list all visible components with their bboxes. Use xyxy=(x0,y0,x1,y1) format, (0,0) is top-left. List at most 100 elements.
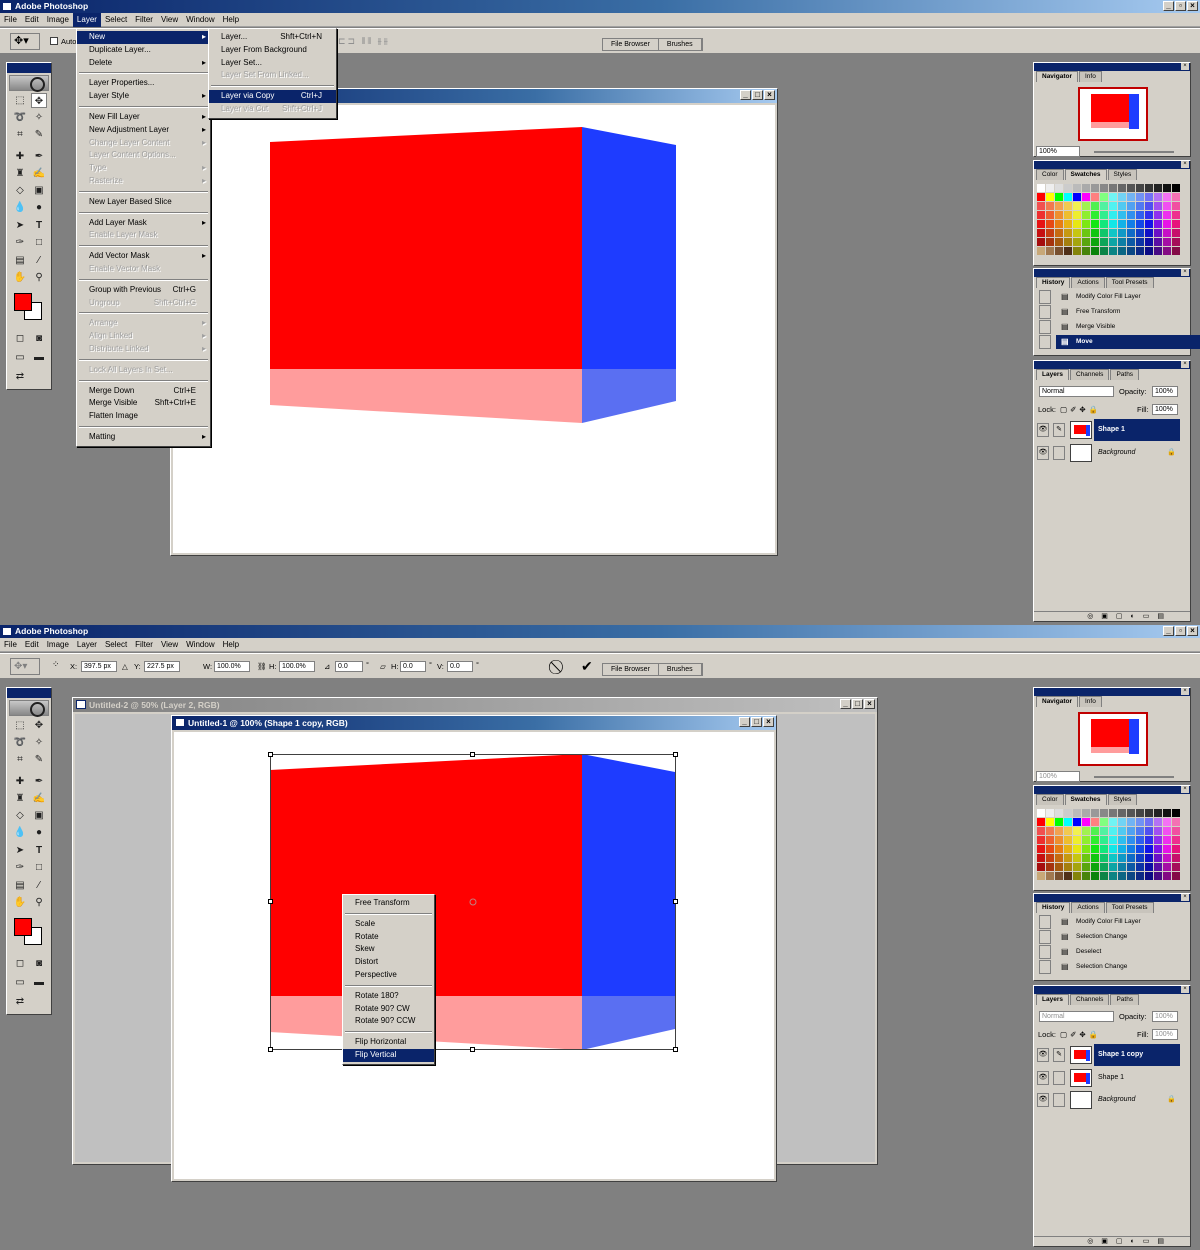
menu-item-delete[interactable]: Delete xyxy=(77,57,210,70)
menu-item-new[interactable]: New xyxy=(77,31,210,44)
standard-mode-icon[interactable]: ◻ xyxy=(12,956,28,971)
auto-select-checkbox[interactable] xyxy=(50,37,58,45)
navigator-thumbnail[interactable] xyxy=(1078,712,1148,766)
menu-view[interactable]: View xyxy=(157,13,182,27)
color-swatch[interactable] xyxy=(1037,211,1045,219)
doc-close-icon[interactable]: × xyxy=(763,717,774,727)
color-swatch[interactable] xyxy=(1091,872,1099,880)
layer-thumbnail[interactable] xyxy=(1070,1046,1092,1064)
blend-mode-select[interactable]: Normal xyxy=(1039,1011,1114,1022)
dodge-icon[interactable]: ● xyxy=(31,825,47,840)
color-swatch[interactable] xyxy=(1082,193,1090,201)
tab-tool-presets[interactable]: Tool Presets xyxy=(1105,902,1154,913)
color-swatch[interactable] xyxy=(1091,247,1099,255)
color-swatch[interactable] xyxy=(1136,809,1144,817)
standard-mode-icon[interactable]: ◻ xyxy=(12,331,28,346)
magic-wand-icon[interactable]: ✧ xyxy=(31,110,47,125)
color-swatch[interactable] xyxy=(1154,827,1162,835)
color-swatch[interactable] xyxy=(1118,211,1126,219)
color-swatch[interactable] xyxy=(1118,202,1126,210)
menu-item-rotate-180[interactable]: Rotate 180? xyxy=(343,990,434,1003)
color-swatch[interactable] xyxy=(1064,202,1072,210)
color-swatch[interactable] xyxy=(1118,184,1126,192)
color-swatch[interactable] xyxy=(1037,202,1045,210)
history-state-item[interactable]: ▤ Modify Color Fill Layer xyxy=(1056,290,1200,304)
color-swatch[interactable] xyxy=(1073,845,1081,853)
color-swatch[interactable] xyxy=(1136,854,1144,862)
menu-image[interactable]: Image xyxy=(43,638,73,652)
minimize-icon[interactable]: _ xyxy=(1163,1,1174,11)
color-swatch[interactable] xyxy=(1118,220,1126,228)
color-swatch[interactable] xyxy=(1046,247,1054,255)
blur-icon[interactable]: 💧 xyxy=(12,200,28,215)
menu-edit[interactable]: Edit xyxy=(21,13,43,27)
color-swatch[interactable] xyxy=(1136,211,1144,219)
tab-navigator[interactable]: Navigator xyxy=(1036,71,1078,82)
lock-icons[interactable]: ▢✐✥🔒 xyxy=(1060,1029,1101,1040)
color-swatch[interactable] xyxy=(1064,211,1072,219)
color-swatch[interactable] xyxy=(1154,247,1162,255)
color-swatch[interactable] xyxy=(1109,872,1117,880)
navigator-zoom-field[interactable]: 100% xyxy=(1036,771,1080,782)
layer-link-brush-icon[interactable]: ✎ xyxy=(1053,423,1065,437)
imageready-icon[interactable]: ⇄ xyxy=(12,994,28,1009)
color-swatch[interactable] xyxy=(1127,220,1135,228)
color-swatch[interactable] xyxy=(1136,863,1144,871)
layer-link-brush-icon[interactable] xyxy=(1053,1093,1065,1107)
color-swatch[interactable] xyxy=(1109,845,1117,853)
color-swatch[interactable] xyxy=(1145,193,1153,201)
path-select-icon[interactable]: ➤ xyxy=(12,843,28,858)
color-swatch[interactable] xyxy=(1100,809,1108,817)
color-swatch[interactable] xyxy=(1037,193,1045,201)
tab-info[interactable]: Info xyxy=(1078,71,1102,82)
color-swatch[interactable] xyxy=(1055,247,1063,255)
history-state-item[interactable]: ▤ Merge Visible xyxy=(1056,320,1200,334)
color-swatch[interactable] xyxy=(1082,211,1090,219)
navigator-zoom-field[interactable]: 100% xyxy=(1036,146,1080,157)
color-swatch[interactable] xyxy=(1154,184,1162,192)
color-swatch[interactable] xyxy=(1100,818,1108,826)
skew-v-field[interactable]: 0.0 xyxy=(447,661,473,672)
tab-layers[interactable]: Layers xyxy=(1036,369,1069,380)
slice-icon[interactable]: ✎ xyxy=(31,127,47,142)
color-swatch[interactable] xyxy=(1037,809,1045,817)
color-swatch[interactable] xyxy=(1109,229,1117,237)
color-swatch[interactable] xyxy=(1037,238,1045,246)
color-swatch[interactable] xyxy=(1082,247,1090,255)
palette-close-icon[interactable]: × xyxy=(1181,269,1189,276)
tab-tool-presets[interactable]: Tool Presets xyxy=(1105,277,1154,288)
history-brush-source-checkbox[interactable] xyxy=(1039,915,1051,929)
menu-item-merge-visible[interactable]: Merge Visible Shft+Ctrl+E xyxy=(77,397,210,410)
color-swatch[interactable] xyxy=(1136,193,1144,201)
navigator-zoom-slider[interactable] xyxy=(1094,151,1174,153)
color-swatch[interactable] xyxy=(1100,872,1108,880)
color-swatch[interactable] xyxy=(1136,202,1144,210)
color-swatch[interactable] xyxy=(1127,863,1135,871)
tab-swatches[interactable]: Swatches xyxy=(1064,169,1107,180)
color-swatch[interactable] xyxy=(1127,818,1135,826)
pen-icon[interactable]: ✑ xyxy=(12,235,28,250)
color-swatch[interactable] xyxy=(1091,836,1099,844)
layer-row[interactable]: Background 🔒 xyxy=(1094,442,1180,464)
menu-item-layer-from-background[interactable]: Layer From Background xyxy=(209,44,336,57)
color-swatch[interactable] xyxy=(1091,854,1099,862)
color-swatch[interactable] xyxy=(1091,809,1099,817)
color-swatch[interactable] xyxy=(1100,836,1108,844)
tab-history[interactable]: History xyxy=(1036,902,1071,913)
history-brush-source-checkbox[interactable] xyxy=(1039,930,1051,944)
toolbox-handle[interactable] xyxy=(7,688,51,698)
color-swatch[interactable] xyxy=(1037,845,1045,853)
menu-item-perspective[interactable]: Perspective xyxy=(343,969,434,982)
color-swatch[interactable] xyxy=(1118,818,1126,826)
layer-thumbnail[interactable] xyxy=(1070,421,1092,439)
color-swatch[interactable] xyxy=(1055,827,1063,835)
history-brush-source-checkbox[interactable] xyxy=(1039,320,1051,334)
color-swatch[interactable] xyxy=(1100,845,1108,853)
menu-filter[interactable]: Filter xyxy=(131,13,157,27)
notes-icon[interactable]: ▤ xyxy=(12,253,28,268)
color-swatch[interactable] xyxy=(1046,238,1054,246)
color-swatch[interactable] xyxy=(1037,854,1045,862)
color-swatch[interactable] xyxy=(1136,818,1144,826)
color-swatch[interactable] xyxy=(1046,863,1054,871)
color-swatch[interactable] xyxy=(1082,854,1090,862)
